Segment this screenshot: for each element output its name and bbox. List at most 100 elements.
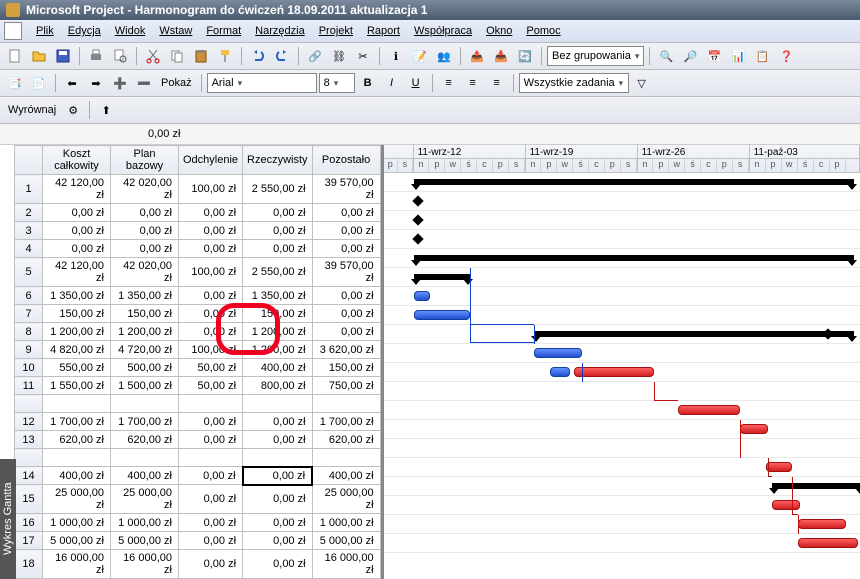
cell[interactable]: 0,00 zł <box>179 287 243 305</box>
cell[interactable]: 800,00 zł <box>243 377 313 395</box>
table-row[interactable]: 61 350,00 zł1 350,00 zł0,00 zł1 350,00 z… <box>15 287 381 305</box>
table-row[interactable]: 94 820,00 zł4 720,00 zł100,00 zł1 200,00… <box>15 341 381 359</box>
row-number[interactable]: 8 <box>15 323 43 341</box>
open-icon[interactable] <box>28 45 50 67</box>
col-poz[interactable]: Pozostało <box>312 146 380 175</box>
col-rownum[interactable] <box>15 146 43 175</box>
cell[interactable]: 16 000,00 zł <box>312 550 380 579</box>
gantt-bar[interactable] <box>534 331 854 337</box>
cell[interactable]: 3 620,00 zł <box>312 341 380 359</box>
assign-icon[interactable]: 👥 <box>433 45 455 67</box>
notes-icon[interactable]: 📝 <box>409 45 431 67</box>
col-plan[interactable]: Plan bazowy <box>111 146 179 175</box>
cell[interactable]: 39 570,00 zł <box>312 175 380 204</box>
unlink-icon[interactable]: ⛓ <box>328 45 350 67</box>
cell[interactable]: 42 020,00 zł <box>111 175 179 204</box>
cell[interactable]: 0,00 zł <box>312 240 380 258</box>
table-row[interactable]: 7150,00 zł150,00 zł0,00 zł150,00 zł0,00 … <box>15 305 381 323</box>
milestone-icon[interactable] <box>412 233 423 244</box>
gantt-row[interactable] <box>384 325 860 344</box>
align-left-icon[interactable]: ≡ <box>438 72 460 94</box>
cell[interactable]: 1 200,00 zł <box>243 341 313 359</box>
menu-raport[interactable]: Raport <box>361 23 406 39</box>
cell[interactable]: 0,00 zł <box>179 431 243 449</box>
col-odch[interactable]: Odchylenie <box>179 146 243 175</box>
link-icon[interactable]: 🔗 <box>304 45 326 67</box>
cell[interactable]: 750,00 zł <box>312 377 380 395</box>
table-row[interactable]: 81 200,00 zł1 200,00 zł0,00 zł1 200,00 z… <box>15 323 381 341</box>
col-koszt[interactable]: Koszt całkowity <box>43 146 111 175</box>
gantt-row[interactable] <box>384 382 860 401</box>
cell[interactable]: 150,00 zł <box>312 359 380 377</box>
cell[interactable]: 500,00 zł <box>111 359 179 377</box>
gantt-bar[interactable] <box>678 405 740 415</box>
gantt-bar[interactable] <box>414 179 854 185</box>
cell[interactable]: 50,00 zł <box>179 377 243 395</box>
cell[interactable]: 1 500,00 zł <box>111 377 179 395</box>
goto-icon[interactable]: 📅 <box>703 45 725 67</box>
gantt-bar[interactable] <box>534 348 582 358</box>
redo-icon[interactable] <box>271 45 293 67</box>
menu-widok[interactable]: Widok <box>109 23 152 39</box>
cell[interactable]: 0,00 zł <box>179 485 243 514</box>
indent-icon[interactable]: ➡ <box>85 72 107 94</box>
gantt-row[interactable] <box>384 173 860 192</box>
italic-button[interactable]: I <box>381 72 403 94</box>
show-label[interactable]: Pokaż <box>157 77 196 89</box>
cell[interactable]: 0,00 zł <box>43 240 111 258</box>
paste-icon[interactable] <box>190 45 212 67</box>
format-painter-icon[interactable] <box>214 45 236 67</box>
cell[interactable]: 0,00 zł <box>243 222 313 240</box>
row-number[interactable]: 17 <box>15 532 43 550</box>
cell[interactable]: 0,00 zł <box>111 222 179 240</box>
gantt-row[interactable] <box>384 401 860 420</box>
cell[interactable]: 1 000,00 zł <box>43 514 111 532</box>
gantt-row[interactable] <box>384 420 860 439</box>
cell[interactable]: 25 000,00 zł <box>43 485 111 514</box>
menu-edycja[interactable]: Edycja <box>62 23 107 39</box>
cell[interactable]: 100,00 zł <box>179 258 243 287</box>
menu-projekt[interactable]: Projekt <box>313 23 359 39</box>
menu-wstaw[interactable]: Wstaw <box>153 23 198 39</box>
cell[interactable]: 0,00 zł <box>179 323 243 341</box>
gantt-row[interactable] <box>384 515 860 534</box>
row-number[interactable]: 3 <box>15 222 43 240</box>
gantt-bar[interactable] <box>740 424 768 434</box>
gantt-bar[interactable] <box>798 538 858 548</box>
table-row[interactable]: 175 000,00 zł5 000,00 zł0,00 zł0,00 zł5 … <box>15 532 381 550</box>
gantt-bar[interactable] <box>414 255 854 261</box>
cell[interactable]: 1 350,00 zł <box>243 287 313 305</box>
cell[interactable]: 1 200,00 zł <box>43 323 111 341</box>
info-icon[interactable]: ℹ <box>385 45 407 67</box>
table-row[interactable]: 142 120,00 zł42 020,00 zł100,00 zł2 550,… <box>15 175 381 204</box>
gantt-row[interactable] <box>384 344 860 363</box>
cell[interactable]: 16 000,00 zł <box>111 550 179 579</box>
cell[interactable]: 50,00 zł <box>179 359 243 377</box>
gantt-bar[interactable] <box>550 367 570 377</box>
row-number[interactable]: 7 <box>15 305 43 323</box>
cell[interactable]: 400,00 zł <box>43 467 111 485</box>
cell[interactable]: 42 020,00 zł <box>111 258 179 287</box>
cell[interactable]: 0,00 zł <box>312 305 380 323</box>
font-dropdown[interactable]: Arial <box>207 73 317 93</box>
cell[interactable]: 0,00 zł <box>179 467 243 485</box>
gantt-body[interactable] <box>384 173 860 553</box>
row-number[interactable]: 5 <box>15 258 43 287</box>
table-row[interactable]: 1525 000,00 zł25 000,00 zł0,00 zł0,00 zł… <box>15 485 381 514</box>
col-rzecz[interactable]: Rzeczywisty <box>243 146 313 175</box>
cell[interactable]: 0,00 zł <box>243 514 313 532</box>
cell[interactable]: 0,00 zł <box>179 222 243 240</box>
cell[interactable]: 1 350,00 zł <box>43 287 111 305</box>
cell[interactable]: 400,00 zł <box>111 467 179 485</box>
help-icon[interactable]: ❓ <box>775 45 797 67</box>
cell[interactable]: 1 700,00 zł <box>312 413 380 431</box>
print-preview-icon[interactable] <box>109 45 131 67</box>
cell[interactable]: 5 000,00 zł <box>43 532 111 550</box>
row-number[interactable]: 16 <box>15 514 43 532</box>
grouping-dropdown[interactable]: Bez grupowania <box>547 46 644 66</box>
gantt-row[interactable] <box>384 534 860 553</box>
table-row[interactable]: 40,00 zł0,00 zł0,00 zł0,00 zł0,00 zł <box>15 240 381 258</box>
table-row[interactable]: 13620,00 zł620,00 zł0,00 zł0,00 zł620,00… <box>15 431 381 449</box>
filter-dropdown[interactable]: Wszystkie zadania <box>519 73 629 93</box>
gantt-row[interactable] <box>384 249 860 268</box>
